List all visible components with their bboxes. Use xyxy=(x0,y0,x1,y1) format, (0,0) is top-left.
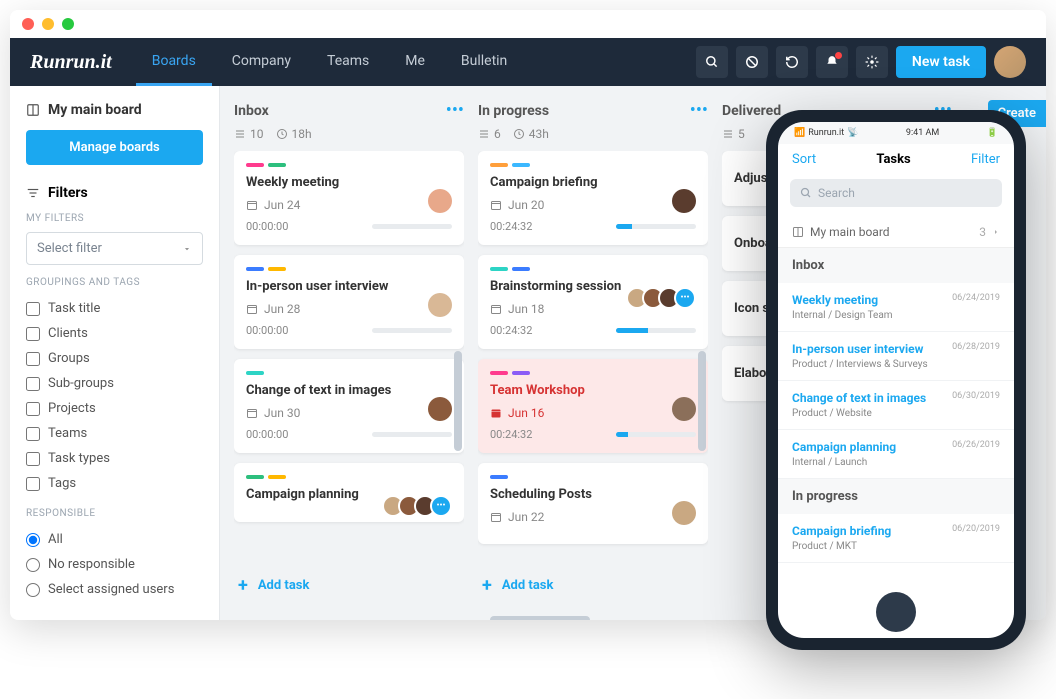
help-icon[interactable] xyxy=(736,46,768,78)
check-task-types[interactable]: Task types xyxy=(26,446,203,471)
logo[interactable]: Runrun.it xyxy=(30,51,112,74)
nav-me[interactable]: Me xyxy=(389,39,441,86)
sidebar: My main board Manage boards Filters MY F… xyxy=(10,86,220,620)
phone-title: Tasks xyxy=(876,152,910,167)
task-card[interactable]: Brainstorming sessionJun 18•••00:24:32 xyxy=(478,255,708,349)
filter-select[interactable]: Select filter xyxy=(26,232,203,265)
scrollbar[interactable] xyxy=(454,351,462,451)
task-card[interactable]: In-person user interviewJun 2800:00:00 xyxy=(234,255,464,349)
filters-header: Filters xyxy=(26,185,203,201)
phone-task-item[interactable]: In-person user interviewProduct / Interv… xyxy=(778,332,1014,381)
my-filters-label: MY FILTERS xyxy=(26,213,203,224)
nav-bulletin[interactable]: Bulletin xyxy=(445,39,523,86)
board-title: My main board xyxy=(26,102,203,118)
scrollbar[interactable] xyxy=(698,351,706,451)
column-menu-icon[interactable]: ••• xyxy=(690,100,708,121)
phone-search-input[interactable]: Search xyxy=(790,179,1002,207)
check-teams[interactable]: Teams xyxy=(26,421,203,446)
nav-teams[interactable]: Teams xyxy=(311,39,385,86)
phone-home-button[interactable] xyxy=(876,592,916,632)
phone-task-item[interactable]: Weekly meetingInternal / Design Team06/2… xyxy=(778,283,1014,332)
main-nav: BoardsCompanyTeamsMeBulletin xyxy=(136,39,524,86)
responsible-label: RESPONSIBLE xyxy=(26,508,203,519)
phone-task-item[interactable]: Campaign planningInternal / Launch06/26/… xyxy=(778,430,1014,479)
task-card[interactable]: Change of text in imagesJun 3000:00:00 xyxy=(234,359,464,453)
user-avatar[interactable] xyxy=(994,46,1026,78)
phone-status-bar: 📶 Runrun.it 📡 9:41 AM 🔋 xyxy=(778,122,1014,144)
nav-boards[interactable]: Boards xyxy=(136,39,212,86)
check-task-title[interactable]: Task title xyxy=(26,296,203,321)
check-groups[interactable]: Groups xyxy=(26,346,203,371)
phone-mockup: 📶 Runrun.it 📡 9:41 AM 🔋 Sort Tasks Filte… xyxy=(766,110,1026,650)
new-task-button[interactable]: New task xyxy=(896,46,986,78)
phone-task-item[interactable]: Change of text in imagesProduct / Websit… xyxy=(778,381,1014,430)
history-icon[interactable] xyxy=(776,46,808,78)
column-menu-icon[interactable]: ••• xyxy=(446,100,464,121)
phone-section-header: In progress xyxy=(778,479,1014,514)
add-task-button[interactable]: +Add task xyxy=(478,565,708,606)
phone-sort-button[interactable]: Sort xyxy=(792,152,816,167)
settings-icon[interactable] xyxy=(856,46,888,78)
check-clients[interactable]: Clients xyxy=(26,321,203,346)
scrollbar[interactable] xyxy=(490,616,590,620)
phone-board-selector[interactable]: My main board 3 xyxy=(778,217,1014,248)
check-tags[interactable]: Tags xyxy=(26,471,203,496)
mac-titlebar xyxy=(10,10,1046,38)
topbar: Runrun.it BoardsCompanyTeamsMeBulletin N… xyxy=(10,38,1046,86)
column-inbox: Inbox•••1018hWeekly meetingJun 2400:00:0… xyxy=(234,100,464,606)
phone-section-header: Inbox xyxy=(778,248,1014,283)
close-icon[interactable] xyxy=(22,18,34,30)
maximize-icon[interactable] xyxy=(62,18,74,30)
phone-header: Sort Tasks Filter xyxy=(778,144,1014,175)
check-projects[interactable]: Projects xyxy=(26,396,203,421)
check-sub-groups[interactable]: Sub-groups xyxy=(26,371,203,396)
radio-no-responsible[interactable]: No responsible xyxy=(26,552,203,577)
nav-company[interactable]: Company xyxy=(216,39,307,86)
minimize-icon[interactable] xyxy=(42,18,54,30)
task-card[interactable]: Weekly meetingJun 2400:00:00 xyxy=(234,151,464,245)
add-task-button[interactable]: +Add task xyxy=(234,565,464,606)
task-card[interactable]: Scheduling PostsJun 22 xyxy=(478,463,708,544)
notifications-icon[interactable] xyxy=(816,46,848,78)
column-in-progress: In progress•••643hCampaign briefingJun 2… xyxy=(478,100,708,606)
radio-all[interactable]: All xyxy=(26,527,203,552)
search-icon[interactable] xyxy=(696,46,728,78)
phone-task-item[interactable]: Campaign briefingProduct / MKT06/20/2019 xyxy=(778,514,1014,563)
task-card[interactable]: Campaign briefingJun 2000:24:32 xyxy=(478,151,708,245)
manage-boards-button[interactable]: Manage boards xyxy=(26,130,203,165)
task-card[interactable]: Campaign planning••• xyxy=(234,463,464,522)
groupings-label: GROUPINGS AND TAGS xyxy=(26,277,203,288)
task-card[interactable]: Team WorkshopJun 1600:24:32 xyxy=(478,359,708,453)
radio-select-assigned-users[interactable]: Select assigned users xyxy=(26,577,203,602)
phone-filter-button[interactable]: Filter xyxy=(971,152,1000,167)
